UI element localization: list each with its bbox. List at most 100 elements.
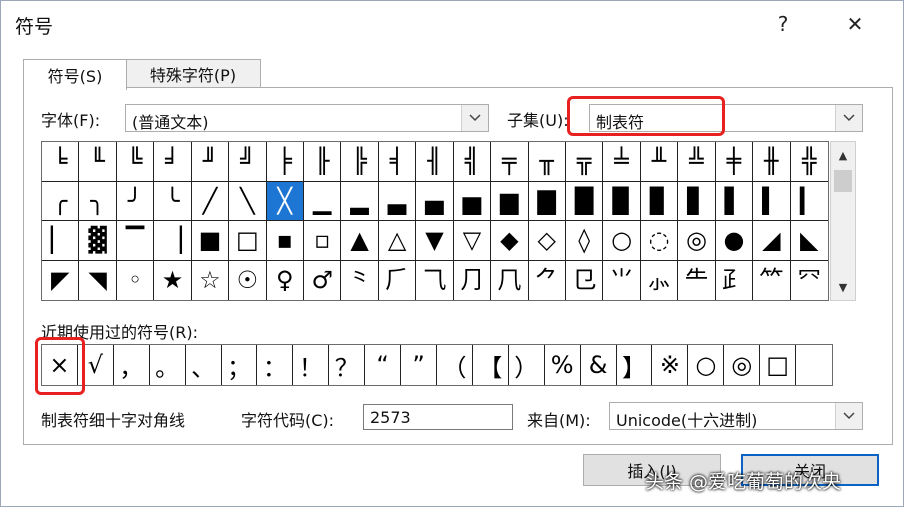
symbol-cell[interactable]: ⺀ bbox=[341, 260, 379, 300]
symbol-cell[interactable]: ╨ bbox=[640, 142, 679, 182]
symbol-cell[interactable]: ⺄ bbox=[416, 260, 454, 300]
symbol-cell[interactable]: ╯ bbox=[116, 181, 155, 221]
tab-symbols[interactable]: 符号(S) bbox=[23, 59, 127, 90]
symbol-cell[interactable]: ╬ bbox=[790, 142, 828, 182]
symbol-cell[interactable]: ⺋ bbox=[566, 260, 604, 300]
symbol-cell[interactable]: ▽ bbox=[453, 221, 492, 261]
symbol-cell[interactable]: ╝ bbox=[229, 142, 267, 182]
chevron-down-icon[interactable] bbox=[835, 105, 862, 131]
symbol-cell[interactable]: ⺈ bbox=[529, 260, 566, 300]
symbol-cell[interactable]: ▲ bbox=[341, 221, 379, 261]
recent-symbol-cell[interactable]: 】 bbox=[617, 345, 653, 385]
char-code-input[interactable]: 2573 bbox=[363, 404, 513, 430]
symbol-cell[interactable]: ⺪ bbox=[716, 260, 754, 300]
symbol-cell[interactable]: ╢ bbox=[416, 142, 454, 182]
symbol-cell[interactable]: ◌ bbox=[640, 221, 679, 261]
recent-symbol-cell[interactable]: ○ bbox=[688, 345, 725, 385]
symbol-cell[interactable]: ╘ bbox=[42, 142, 80, 182]
symbol-cell[interactable]: ★ bbox=[154, 260, 192, 300]
symbol-cell[interactable]: ▏ bbox=[42, 221, 80, 261]
symbol-cell[interactable]: ╣ bbox=[453, 142, 492, 182]
symbol-cell[interactable]: ▎ bbox=[790, 182, 828, 221]
symbol-cell[interactable]: ╟ bbox=[303, 142, 342, 182]
recent-symbol-cell[interactable]: 【 bbox=[473, 345, 509, 385]
symbol-cell[interactable]: ▊ bbox=[640, 181, 679, 221]
recent-symbol-cell[interactable]: （ bbox=[437, 345, 473, 385]
recent-symbol-cell[interactable]: “ bbox=[365, 345, 402, 385]
symbol-cell[interactable]: ▓ bbox=[79, 221, 117, 261]
symbol-cell[interactable]: ╧ bbox=[603, 142, 641, 182]
symbol-cell[interactable]: ◦ bbox=[117, 260, 155, 300]
symbol-cell[interactable]: △ bbox=[378, 221, 417, 261]
symbol-cell[interactable]: ╫ bbox=[753, 142, 791, 182]
symbol-cell[interactable]: ☆ bbox=[192, 260, 230, 300]
symbol-cell[interactable]: ▫ bbox=[303, 221, 342, 261]
symbol-cell[interactable]: ◆ bbox=[491, 221, 529, 261]
symbol-cell[interactable]: ╤ bbox=[491, 142, 529, 182]
recent-symbol-cell[interactable]: ” bbox=[401, 345, 437, 385]
recent-symbol-cell[interactable]: 、 bbox=[186, 345, 222, 385]
symbol-cell[interactable]: ⺳ bbox=[791, 261, 828, 301]
symbol-cell[interactable]: ▆ bbox=[491, 181, 529, 221]
symbol-cell[interactable]: ⺁ bbox=[379, 260, 417, 300]
symbol-cell[interactable]: ╚ bbox=[116, 142, 155, 182]
chevron-down-icon[interactable] bbox=[835, 403, 862, 429]
recent-symbol-cell[interactable]: % bbox=[545, 345, 581, 385]
symbol-cell[interactable]: ╭ bbox=[42, 181, 80, 221]
help-icon[interactable]: ? bbox=[761, 7, 805, 41]
symbol-cell[interactable]: ○ bbox=[603, 221, 641, 261]
symbol-cell[interactable]: ▇ bbox=[528, 181, 566, 221]
symbol-cell[interactable]: ╳ bbox=[266, 181, 304, 221]
symbol-cell[interactable]: ⺌ bbox=[603, 260, 641, 300]
from-select[interactable]: Unicode(十六进制) bbox=[609, 402, 863, 430]
symbol-cell[interactable]: ╜ bbox=[191, 142, 230, 182]
symbol-cell[interactable]: ◊ bbox=[565, 221, 604, 261]
font-select[interactable]: (普通文本) bbox=[125, 104, 489, 132]
recent-symbol-cell[interactable]: ※ bbox=[652, 345, 689, 385]
symbol-cell[interactable]: ▃ bbox=[378, 181, 417, 221]
chevron-down-icon[interactable] bbox=[461, 105, 488, 131]
symbol-cell[interactable]: ╠ bbox=[341, 142, 379, 182]
symbol-cell[interactable]: ╪ bbox=[715, 142, 754, 182]
symbol-cell[interactable]: ▔ bbox=[116, 221, 155, 261]
symbol-cell[interactable]: ◇ bbox=[528, 221, 566, 261]
symbol-cell[interactable]: □ bbox=[229, 221, 267, 261]
recent-symbol-cell[interactable]: ！ bbox=[293, 345, 330, 385]
symbol-cell[interactable]: ◤ bbox=[42, 260, 80, 300]
symbol-cell[interactable]: ╱ bbox=[191, 181, 230, 221]
symbol-cell[interactable]: ▍ bbox=[753, 181, 791, 221]
symbol-grid-scrollbar[interactable]: ▲ ▼ bbox=[830, 141, 856, 301]
tab-special-chars[interactable]: 特殊字符(P) bbox=[125, 59, 261, 88]
scroll-thumb[interactable] bbox=[834, 170, 852, 192]
recent-symbol-cell[interactable]: ） bbox=[509, 345, 545, 385]
symbol-cell[interactable]: ⺮ bbox=[753, 260, 791, 300]
close-icon[interactable]: ✕ bbox=[833, 7, 877, 41]
symbol-cell[interactable]: ▄ bbox=[416, 181, 454, 221]
symbol-cell[interactable]: ▼ bbox=[416, 221, 454, 261]
symbol-cell[interactable]: ⺗ bbox=[641, 260, 679, 300]
recent-symbol-cell[interactable]: ◎ bbox=[724, 345, 761, 385]
recent-symbol-cell[interactable]: 。 bbox=[150, 345, 186, 385]
recent-symbol-cell[interactable]: ； bbox=[222, 345, 258, 385]
symbol-cell[interactable]: █ bbox=[565, 181, 604, 221]
symbol-cell[interactable]: ╥ bbox=[528, 142, 566, 182]
scroll-up-icon[interactable]: ▲ bbox=[831, 144, 855, 166]
symbol-cell[interactable]: ◢ bbox=[753, 221, 791, 261]
symbol-cell[interactable]: ▕ bbox=[154, 221, 192, 261]
symbol-cell[interactable]: ╰ bbox=[154, 181, 192, 221]
symbol-cell[interactable]: ▅ bbox=[453, 181, 492, 221]
scroll-down-icon[interactable]: ▼ bbox=[831, 276, 855, 298]
symbol-cell[interactable]: ╛ bbox=[154, 142, 192, 182]
symbol-cell[interactable]: ▁ bbox=[303, 181, 342, 221]
symbol-cell[interactable]: ╞ bbox=[266, 142, 304, 182]
symbol-cell[interactable]: ╲ bbox=[229, 181, 267, 221]
recent-symbol-cell[interactable]: ： bbox=[257, 345, 294, 385]
symbol-cell[interactable]: ☉ bbox=[229, 260, 267, 300]
symbol-cell[interactable]: ◥ bbox=[79, 260, 117, 300]
symbol-cell[interactable]: ╦ bbox=[565, 142, 604, 182]
symbol-cell[interactable]: ♂ bbox=[304, 260, 342, 300]
symbol-cell[interactable]: ■ bbox=[191, 221, 230, 261]
recent-symbol-cell[interactable]: & bbox=[581, 345, 617, 385]
recent-symbol-cell[interactable]: □ bbox=[760, 345, 797, 385]
symbol-cell[interactable]: ◣ bbox=[790, 221, 828, 261]
